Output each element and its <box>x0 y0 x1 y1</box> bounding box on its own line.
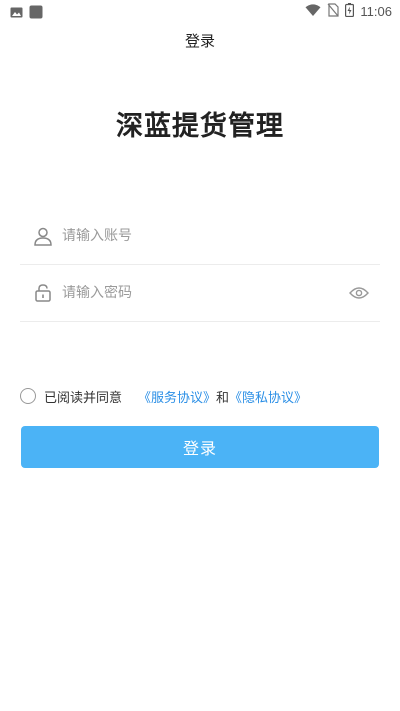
app-square-icon <box>29 4 43 23</box>
login-button[interactable]: 登录 <box>21 426 379 468</box>
agreement-row: 已阅读并同意 《服务协议》 和 《隐私协议》 <box>20 385 307 407</box>
password-field <box>20 265 380 322</box>
service-agreement-link[interactable]: 《服务协议》 <box>138 387 216 406</box>
eye-icon[interactable] <box>348 282 370 304</box>
agreement-prefix: 已阅读并同意 <box>44 390 123 406</box>
wifi-icon <box>305 3 321 20</box>
image-icon <box>10 4 23 23</box>
lock-icon <box>32 282 54 304</box>
no-sim-icon <box>327 3 340 20</box>
status-bar: 11:06 <box>0 0 400 24</box>
agreement-conjunction: 和 <box>216 390 230 406</box>
login-screen: 11:06 登录 深蓝提货管理 请输入账号 已阅读并同意 《服务协议》 和 《隐… <box>0 0 400 711</box>
page-title: 登录 <box>184 32 215 50</box>
user-icon <box>32 225 54 247</box>
status-left-icons <box>10 4 43 23</box>
account-field <box>20 208 380 265</box>
app-title: 深蓝提货管理 <box>116 111 284 142</box>
account-input[interactable] <box>62 228 380 244</box>
status-time: 11:06 <box>360 4 392 19</box>
agreement-checkbox[interactable] <box>20 388 36 404</box>
status-right-icons: 11:06 <box>305 3 392 20</box>
battery-icon <box>345 3 355 20</box>
privacy-agreement-link[interactable]: 《隐私协议》 <box>229 387 307 406</box>
password-input[interactable] <box>62 285 348 301</box>
